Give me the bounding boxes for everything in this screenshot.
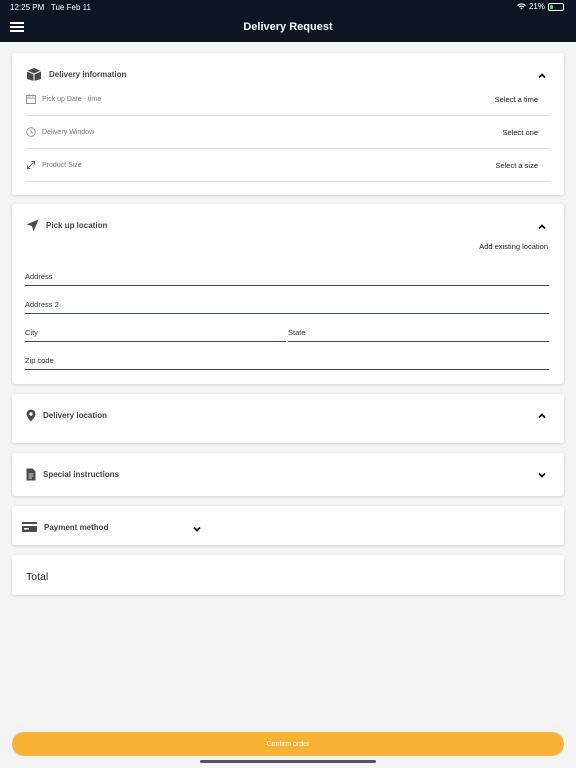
delivery-information-label: Delivery information — [49, 70, 127, 79]
delivery-window-label: Delivery Window — [42, 128, 95, 136]
chevron-up-icon[interactable] — [536, 220, 548, 232]
clock-icon — [26, 127, 36, 137]
battery-level — [550, 4, 553, 9]
chevron-down-icon[interactable] — [191, 523, 203, 535]
delivery-information-header[interactable]: Delivery information — [26, 68, 550, 81]
status-indicators: 21% — [517, 2, 564, 11]
special-instructions-card: Special instructions — [12, 453, 564, 496]
status-bar: 12:25 PM Tue Feb 11 21% — [0, 0, 576, 14]
special-instructions-header[interactable]: Special instructions — [26, 468, 550, 481]
map-pin-icon — [26, 409, 36, 422]
add-existing-location-link[interactable]: Add existing location — [479, 242, 548, 251]
special-instructions-label: Special instructions — [43, 470, 120, 479]
city-field[interactable] — [25, 322, 286, 342]
address-field[interactable] — [25, 266, 549, 286]
select-size-link[interactable]: Select a size — [495, 161, 538, 170]
address2-field[interactable] — [25, 294, 549, 314]
select-time-link[interactable]: Select a time — [495, 95, 538, 104]
product-size-label: Product Size — [42, 161, 82, 169]
payment-method-label: Payment method — [44, 522, 109, 532]
select-one-link[interactable]: Select one — [503, 128, 538, 137]
pickup-location-label: Pick up location — [46, 221, 108, 230]
payment-method-card: Payment method — [12, 506, 564, 545]
chevron-up-icon[interactable] — [536, 69, 548, 81]
chevron-down-icon[interactable] — [536, 469, 548, 481]
product-size-row[interactable]: Product Size Select a size — [26, 149, 550, 182]
total-card: Total — [12, 555, 564, 595]
total-label: Total — [26, 571, 49, 583]
wifi-icon — [517, 3, 526, 10]
resize-icon — [27, 161, 35, 169]
delivery-window-row[interactable]: Delivery Window Select one — [26, 116, 550, 149]
credit-card-icon — [22, 522, 37, 532]
delivery-location-label: Delivery location — [43, 411, 108, 420]
zip-code-input[interactable] — [25, 351, 549, 370]
address-input[interactable] — [25, 267, 549, 286]
state-input[interactable] — [288, 323, 549, 342]
package-icon — [26, 68, 42, 81]
address2-input[interactable] — [25, 295, 549, 314]
pickup-datetime-label: Pick up Date - time — [42, 95, 102, 103]
zip-code-field[interactable] — [25, 350, 549, 370]
state-field[interactable] — [288, 322, 549, 342]
confirm-order-button[interactable]: Confirm order — [12, 732, 564, 756]
chevron-up-icon[interactable] — [536, 409, 548, 421]
navigation-arrow-icon — [26, 219, 39, 232]
delivery-location-card: Delivery location — [12, 394, 564, 443]
home-indicator — [200, 760, 376, 763]
pickup-location-card: Pick up location Add existing location — [12, 204, 564, 384]
battery-percent: 21% — [528, 2, 545, 11]
calendar-icon — [26, 94, 36, 104]
city-input[interactable] — [25, 323, 286, 342]
document-icon — [26, 468, 36, 481]
battery-icon — [548, 2, 564, 11]
delivery-information-card: Delivery information Pick up Date - time… — [12, 53, 564, 195]
page-title: Delivery Request — [243, 21, 333, 33]
pickup-datetime-row[interactable]: Pick up Date - time Select a time — [26, 83, 550, 116]
pickup-location-header[interactable]: Pick up location — [26, 219, 550, 232]
status-time: 12:25 PM Tue Feb 11 — [10, 3, 91, 12]
delivery-location-header[interactable]: Delivery location — [26, 409, 550, 422]
top-bar: 12:25 PM Tue Feb 11 21% Delivery Request — [0, 0, 576, 42]
